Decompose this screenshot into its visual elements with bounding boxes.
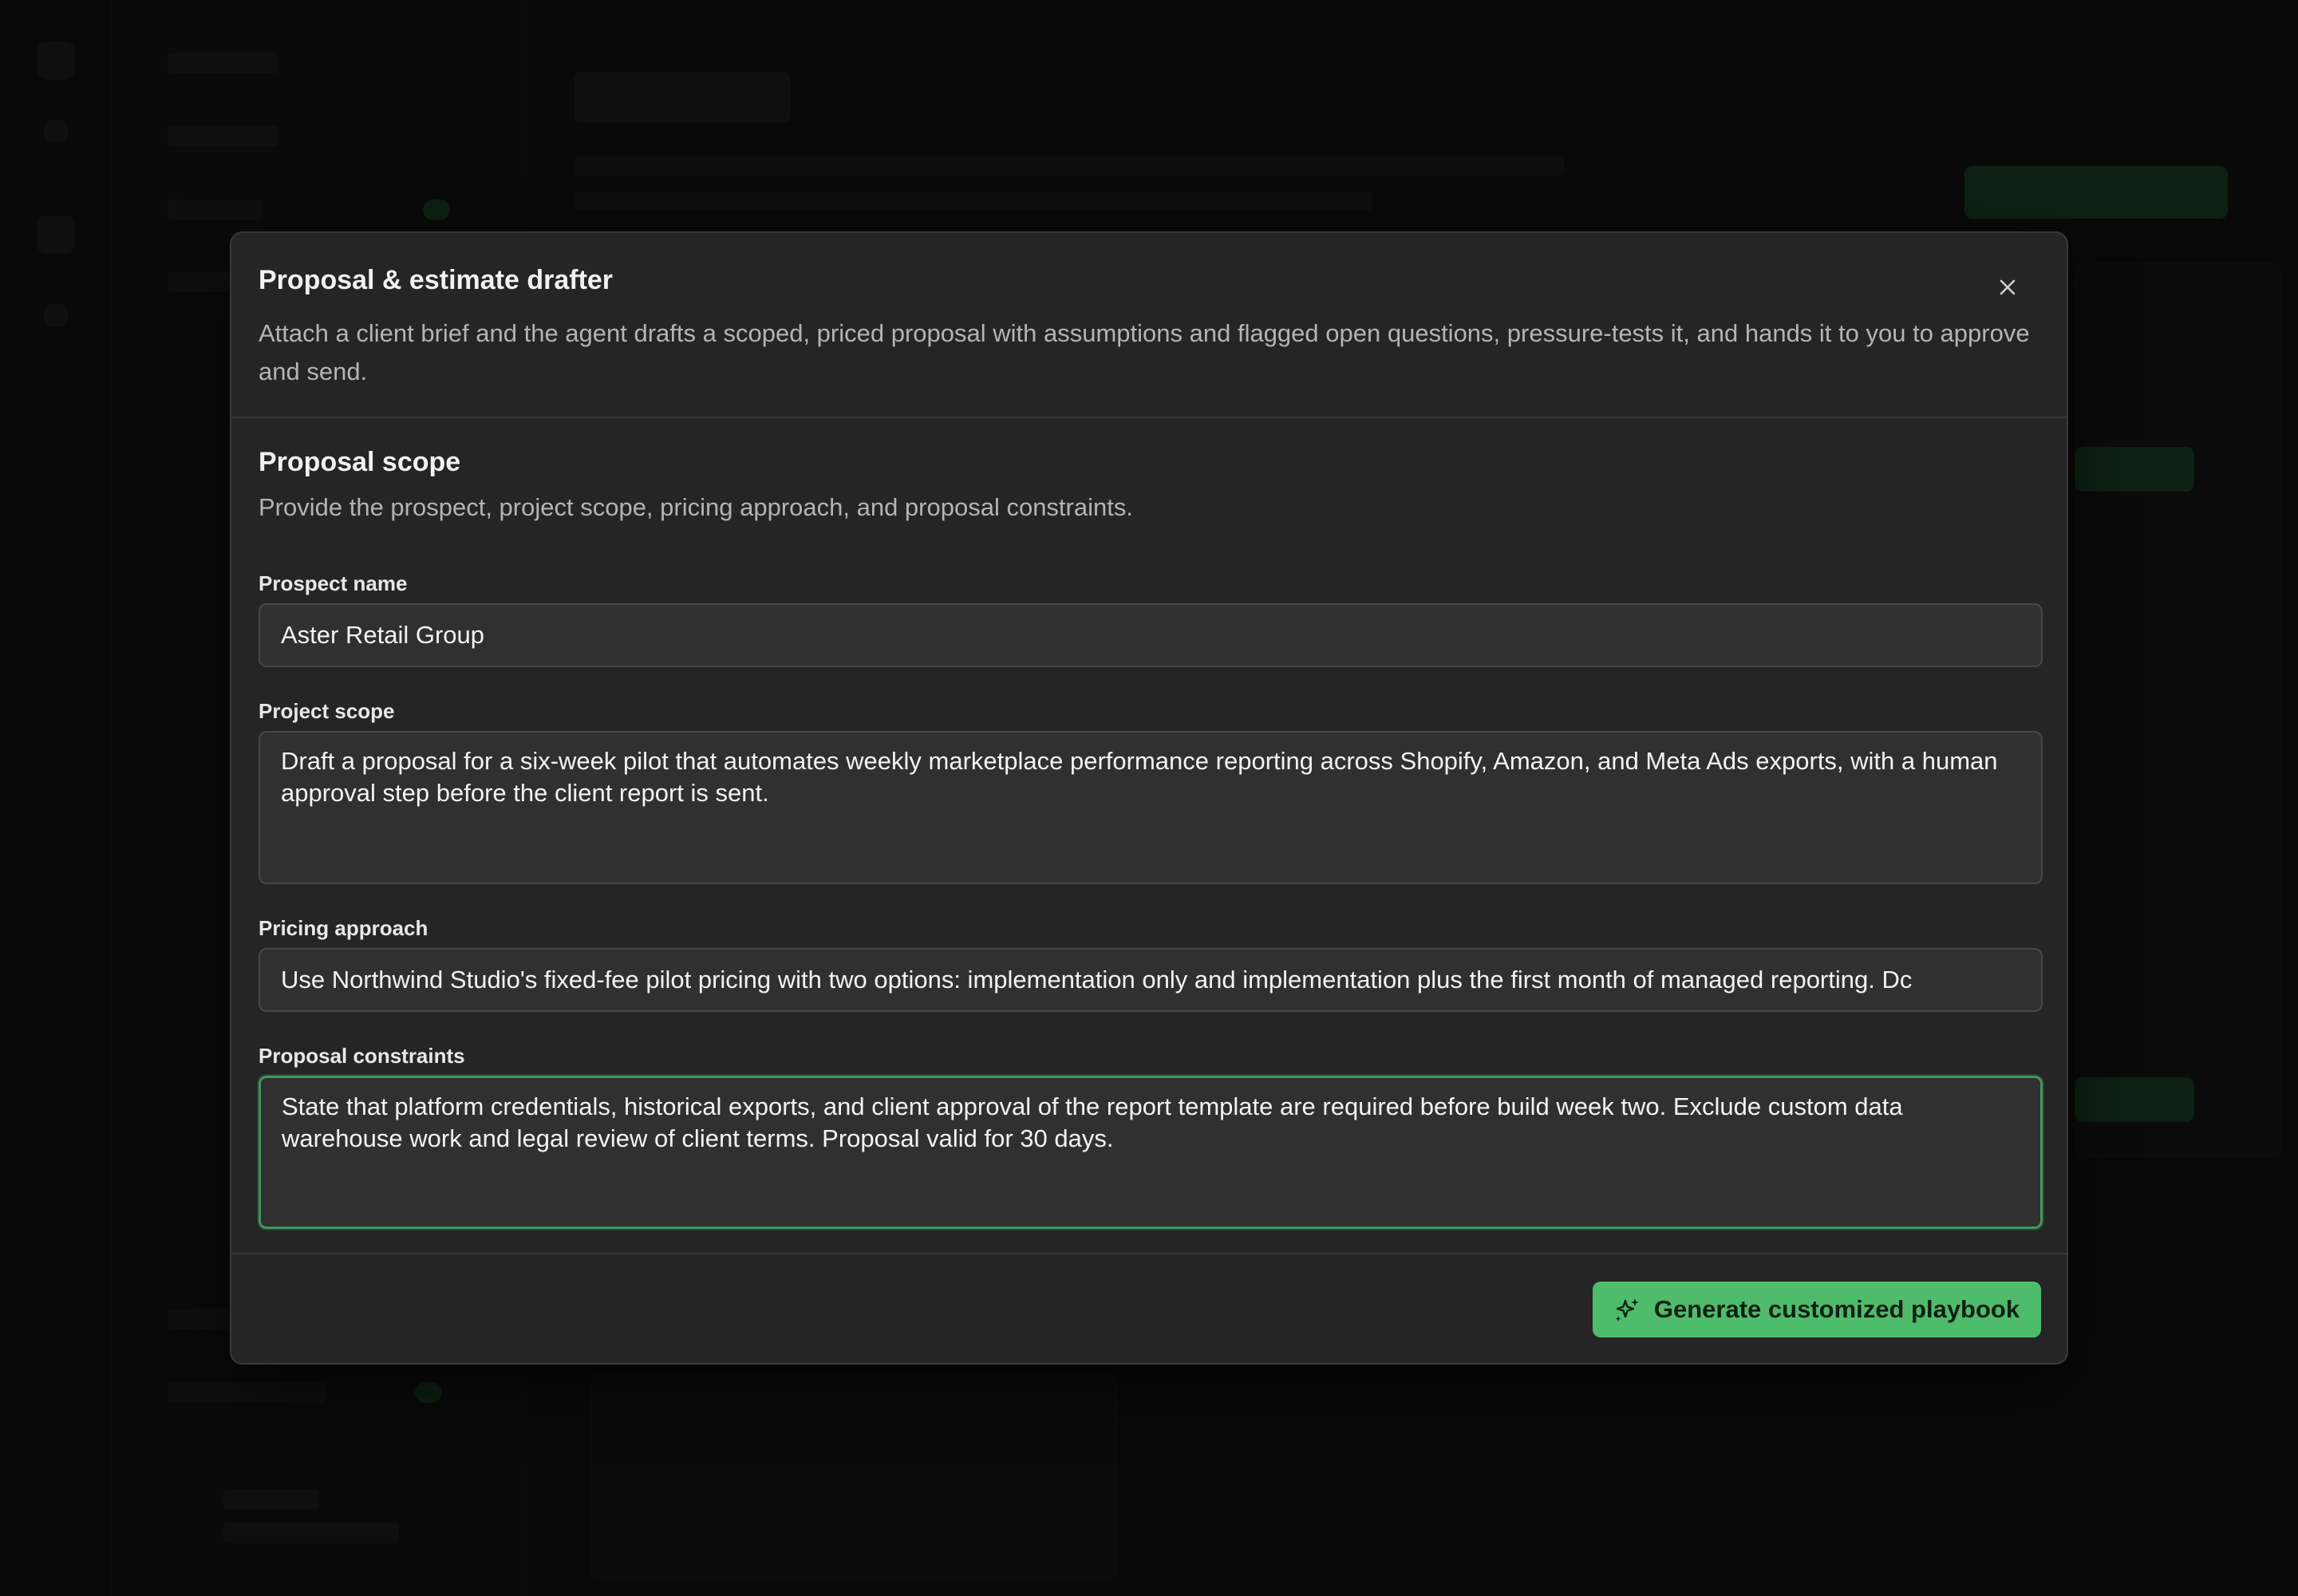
modal-footer: Generate customized playbook xyxy=(231,1253,2067,1363)
proposal-constraints-textarea[interactable]: State that platform credentials, histori… xyxy=(259,1076,2043,1229)
pricing-approach-label: Pricing approach xyxy=(259,916,428,940)
project-scope-textarea[interactable]: Draft a proposal for a six-week pilot th… xyxy=(259,731,2043,884)
pricing-approach-input[interactable]: Use Northwind Studio's fixed-fee pilot p… xyxy=(259,948,2043,1012)
prospect-name-label: Prospect name xyxy=(259,571,408,595)
sparkles-icon xyxy=(1615,1298,1639,1321)
modal-header: Proposal & estimate drafter Attach a cli… xyxy=(231,233,2067,418)
generate-playbook-button[interactable]: Generate customized playbook xyxy=(1593,1282,2041,1337)
proposal-drafter-modal: Proposal & estimate drafter Attach a cli… xyxy=(230,231,2068,1365)
section-title: Proposal scope xyxy=(259,447,461,477)
proposal-constraints-label: Proposal constraints xyxy=(259,1044,465,1068)
modal-title: Proposal & estimate drafter xyxy=(259,265,614,295)
generate-playbook-label: Generate customized playbook xyxy=(1653,1295,2020,1323)
close-icon xyxy=(2000,279,2016,295)
section-description: Provide the prospect, project scope, pri… xyxy=(259,493,1133,521)
modal-description: Attach a client brief and the agent draf… xyxy=(259,319,2030,385)
close-button[interactable] xyxy=(1988,268,2027,306)
prospect-name-input[interactable]: Aster Retail Group xyxy=(259,603,2043,667)
project-scope-label: Project scope xyxy=(259,699,395,723)
